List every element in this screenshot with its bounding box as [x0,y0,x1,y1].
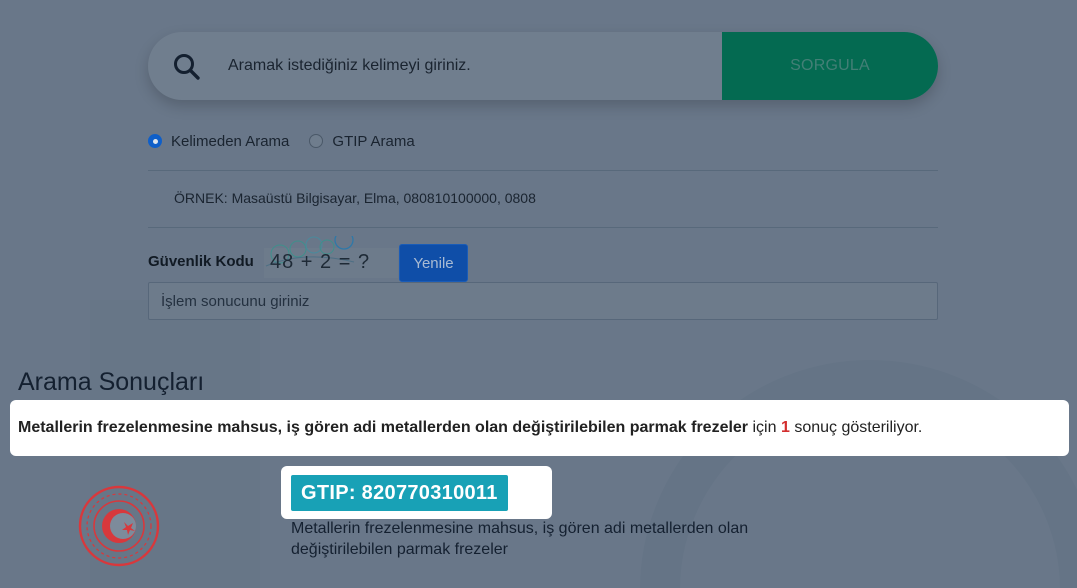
refresh-captcha-button[interactable]: Yenile [399,244,468,282]
results-suffix: sonuç gösteriliyor. [794,419,923,436]
captcha-answer-input[interactable] [148,282,938,320]
radio-keyword-indicator[interactable] [148,134,162,148]
search-input[interactable] [228,32,788,100]
radio-gtip-label: GTIP Arama [332,132,415,150]
results-prefix: için [752,419,777,436]
result-description: Metallerin frezelenmesine mahsus, iş gör… [291,520,749,558]
results-count: 1 [780,419,790,436]
search-button[interactable]: SORGULA [722,32,938,100]
radio-keyword-search[interactable]: Kelimeden Arama [148,133,289,150]
gtip-code-badge[interactable]: GTIP: 820770310011 [291,475,508,511]
results-query: Metallerin frezelenmesine mahsus, iş gör… [18,419,749,436]
search-bar: SORGULA [148,32,938,100]
captcha-text: 48 + 2 = ? [270,251,371,273]
radio-keyword-label: Kelimeden Arama [171,132,290,150]
radio-gtip-search[interactable]: GTIP Arama [309,132,415,150]
radio-gtip-indicator[interactable] [309,134,324,148]
search-icon [174,54,200,80]
results-heading: Arama Sonuçları [18,368,205,396]
captcha-image: 48 + 2 = ? [264,236,398,278]
divider [148,227,938,228]
security-code-label: Güvenlik Kodu [148,253,254,270]
divider [148,170,938,171]
ministry-emblem-icon [78,485,160,567]
results-summary: Metallerin frezelenmesine mahsus, iş gör… [10,400,1069,456]
example-hint: ÖRNEK: Masaüstü Bilgisayar, Elma, 080810… [174,190,536,206]
search-mode-group: Kelimeden Arama GTIP Arama [148,131,435,151]
